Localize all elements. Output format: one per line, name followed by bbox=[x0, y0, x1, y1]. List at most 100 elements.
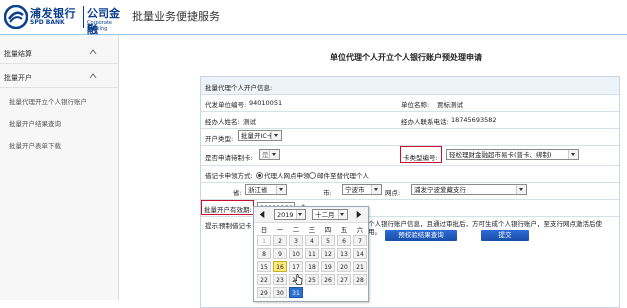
weekday-label: 六 bbox=[356, 226, 364, 234]
calendar-day[interactable]: 9 bbox=[273, 248, 287, 259]
card-type-label: 卡类型编号: bbox=[403, 154, 438, 162]
calendar-day[interactable]: 18 bbox=[305, 261, 319, 272]
sidebar-item-open-result-query[interactable]: 批量开户结果查询 bbox=[9, 118, 61, 128]
delivery-option-1[interactable]: 代理人网点申领 bbox=[256, 170, 310, 180]
spd-logo-icon bbox=[4, 5, 28, 29]
chevron-up-icon bbox=[89, 49, 97, 55]
sidebar-group-label: 批量结算 bbox=[4, 50, 32, 58]
sidebar-item-form-download[interactable]: 批量开户表单下载 bbox=[9, 140, 61, 150]
handler-name-value: 测试 bbox=[243, 118, 256, 126]
calendar-day[interactable]: 15 bbox=[257, 261, 271, 272]
calendar-day[interactable]: 12 bbox=[321, 248, 335, 259]
form-row-location: 省: 浙江省 市: 宁波市 网点: 浦发宁波爱藏支行 bbox=[201, 182, 619, 200]
unit-name-value: 贾标测试 bbox=[437, 101, 463, 109]
chevron-up-icon bbox=[89, 73, 97, 79]
apply-card-value: 是 bbox=[262, 151, 269, 159]
calendar-day[interactable]: 26 bbox=[321, 274, 335, 285]
delivery-label: 借记卡申领方式: bbox=[205, 172, 253, 180]
unit-name-label: 单位名称: bbox=[401, 101, 430, 109]
form-row-unit: 代发单位编号: 94010051 单位名称: 贾标测试 bbox=[201, 94, 619, 112]
chevron-down-icon bbox=[371, 185, 381, 194]
sidebar: 批量结算 批量开户 批量代理开立个人银行账户 批量开户结果查询 批量开户表单下载 bbox=[0, 35, 119, 300]
agent-unit-code-label: 代发单位编号: bbox=[205, 101, 247, 109]
chevron-down-icon bbox=[296, 210, 305, 219]
card-type-value: 轻松理财金融超市易卡(普卡、绑制) bbox=[449, 151, 552, 159]
tip-label: 提示: bbox=[205, 222, 221, 230]
province-select[interactable]: 浙江省 bbox=[245, 184, 287, 195]
chevron-down-icon bbox=[516, 185, 526, 194]
calendar-day[interactable]: 3 bbox=[289, 235, 303, 246]
month-value: 十二月 bbox=[315, 211, 335, 219]
sidebar-group-batch-settlement[interactable]: 批量结算 bbox=[0, 43, 118, 64]
open-type-label: 开户类型: bbox=[205, 135, 234, 143]
calendar-day[interactable]: 2 bbox=[273, 235, 287, 246]
section-title: 批量代理个人开户信息: bbox=[205, 84, 273, 92]
form-section-header: 批量代理个人开户信息: bbox=[201, 77, 619, 95]
calendar-day[interactable]: 23 bbox=[273, 274, 287, 285]
calendar-day[interactable]: 8 bbox=[257, 248, 271, 259]
chevron-down-icon bbox=[271, 131, 281, 140]
calendar-day[interactable]: 17 bbox=[289, 261, 303, 272]
calendar-day[interactable]: 5 bbox=[321, 235, 335, 246]
open-type-value: 批量开IC卡 bbox=[241, 132, 274, 140]
logo-divider bbox=[83, 6, 84, 28]
app-title: 批量业务便捷服务 bbox=[132, 10, 220, 23]
calendar-day[interactable]: 19 bbox=[321, 261, 335, 272]
calendar-day[interactable]: 7 bbox=[353, 235, 367, 246]
prev-month-icon[interactable] bbox=[258, 210, 267, 219]
delivery-option-1-label: 代理人网点申领 bbox=[264, 172, 310, 180]
calendar-day[interactable]: 6 bbox=[337, 235, 351, 246]
valid-date-label: 批量开户有效期: bbox=[204, 206, 252, 214]
calendar-day[interactable]: 22 bbox=[257, 274, 271, 285]
app-header: 浦发银行 SPD BANK 公司金融 Corporate Banking 批量业… bbox=[0, 0, 627, 36]
chevron-down-icon bbox=[276, 185, 286, 194]
apply-card-select[interactable]: 是 bbox=[259, 149, 280, 160]
calendar-day[interactable]: 4 bbox=[305, 235, 319, 246]
calendar-day[interactable]: 31 bbox=[289, 287, 303, 298]
calendar-day[interactable]: 29 bbox=[257, 287, 271, 298]
handler-phone-value: 18745693582 bbox=[451, 116, 497, 124]
tip-prefix: 预制借记卡 bbox=[219, 222, 252, 230]
sidebar-item-batch-open-account[interactable]: 批量代理开立个人银行账户 bbox=[9, 96, 87, 106]
calendar-day[interactable]: 16 bbox=[273, 261, 287, 272]
calendar-day[interactable]: 14 bbox=[353, 248, 367, 259]
province-value: 浙江省 bbox=[248, 186, 268, 194]
calendar-day[interactable]: 13 bbox=[337, 248, 351, 259]
calendar-day[interactable]: 28 bbox=[353, 274, 367, 285]
sidebar-group-batch-open[interactable]: 批量开户 bbox=[0, 67, 118, 88]
calendar-day[interactable]: 20 bbox=[337, 261, 351, 272]
calendar-day[interactable]: 25 bbox=[305, 274, 319, 285]
calendar-day[interactable]: 11 bbox=[305, 248, 319, 259]
open-type-select[interactable]: 批量开IC卡 bbox=[238, 130, 282, 141]
calendar-day[interactable]: 21 bbox=[353, 261, 367, 272]
delivery-option-2-label: 邮件至替代理个人 bbox=[317, 172, 369, 180]
corp-banking-en: Corporate Banking bbox=[87, 20, 112, 32]
year-select[interactable]: 2019 bbox=[274, 209, 306, 220]
year-value: 2019 bbox=[277, 211, 294, 219]
date-picker: 2019 十二月 日一二三四五六 1 2 3 4 5 6 7 8 9 10 11 12 13 14 15 16… bbox=[253, 206, 369, 302]
calendar-day[interactable]: 1 bbox=[257, 235, 271, 246]
city-label: 市: bbox=[323, 189, 332, 197]
delivery-option-2[interactable]: 邮件至替代理个人 bbox=[309, 170, 369, 180]
form-row-handler: 经办人姓名: 测试 经办人联系电话: 18745693582 bbox=[201, 111, 619, 129]
weekday-label: 日 bbox=[260, 226, 268, 234]
province-label: 省: bbox=[233, 189, 242, 197]
month-select[interactable]: 十二月 bbox=[312, 209, 348, 220]
card-type-select[interactable]: 轻松理财金融超市易卡(普卡、绑制) bbox=[446, 149, 579, 160]
calendar-day[interactable]: 27 bbox=[337, 274, 351, 285]
form-row-card: 是否申请待制卡: 是 卡类型编号: 轻松理财金融超市易卡(普卡、绑制) bbox=[201, 145, 619, 166]
apply-card-label: 是否申请待制卡: bbox=[205, 154, 253, 162]
branch-label: 网点: bbox=[385, 189, 401, 197]
submit-button[interactable]: 提交 bbox=[481, 230, 529, 241]
calendar-day[interactable]: 30 bbox=[273, 287, 287, 298]
branch-select[interactable]: 浦发宁波爱藏支行 bbox=[411, 184, 527, 195]
calendar-day[interactable]: 10 bbox=[289, 248, 303, 259]
bank-logo[interactable]: 浦发银行 SPD BANK 公司金融 Corporate Banking bbox=[4, 4, 126, 36]
weekday-label: 五 bbox=[340, 226, 348, 234]
precheck-query-button[interactable]: 预校验结果查询 bbox=[385, 230, 457, 241]
bank-name-en: SPD BANK bbox=[30, 19, 65, 26]
form-row-open-type: 开户类型: 批量开IC卡 bbox=[201, 128, 619, 146]
next-month-icon[interactable] bbox=[354, 210, 363, 219]
city-value: 宁波市 bbox=[345, 186, 365, 194]
city-select[interactable]: 宁波市 bbox=[342, 184, 382, 195]
